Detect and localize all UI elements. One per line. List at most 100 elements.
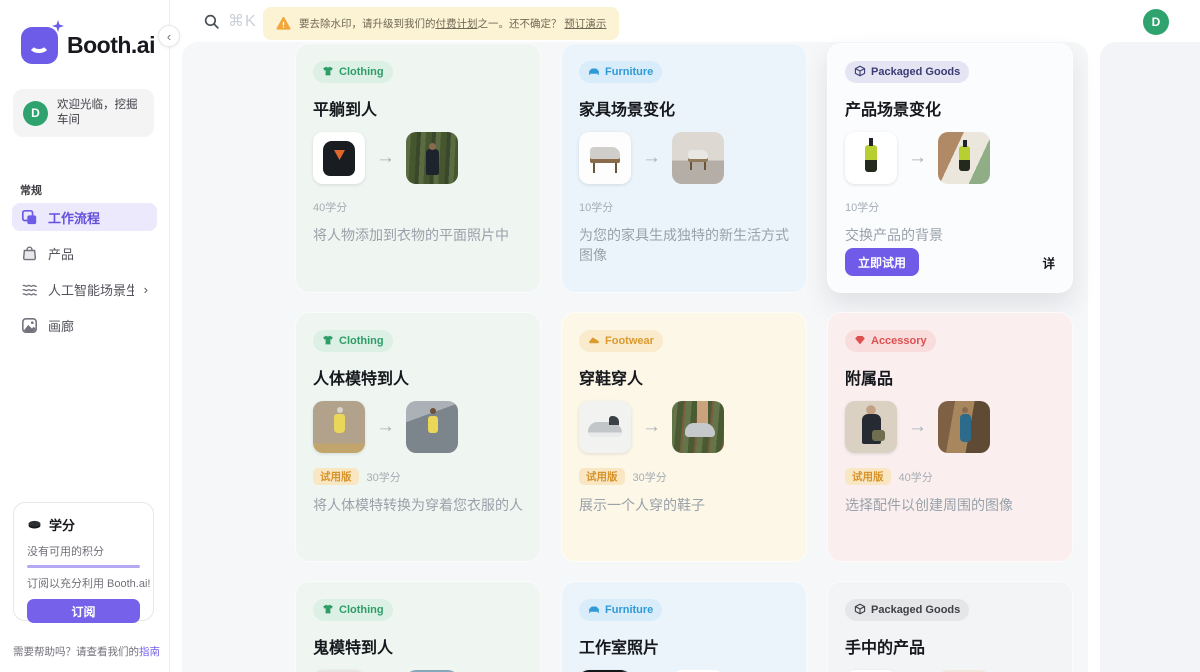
- thumbnail-pair: →: [845, 132, 1055, 184]
- before-image: [313, 401, 365, 453]
- workflow-title: 工作室照片: [579, 634, 789, 658]
- sidebar-collapse-button[interactable]: ‹: [158, 25, 180, 47]
- booth-logo-icon: [21, 27, 58, 64]
- sidebar-nav-item[interactable]: 人工智能场景生... ›: [12, 275, 157, 303]
- gallery-icon: [21, 317, 38, 334]
- workflow-description: 为您的家具生成独特的新生活方式图像: [579, 225, 789, 266]
- trial-badge: 试用版: [579, 468, 625, 485]
- before-image: [579, 401, 631, 453]
- chevron-right-icon: ›: [144, 282, 148, 297]
- sidebar-nav-item[interactable]: 画廊: [12, 311, 157, 339]
- subscribe-button[interactable]: 订阅: [27, 599, 140, 623]
- warning-icon: [276, 16, 291, 31]
- sidebar-nav-item[interactable]: 工作流程: [12, 203, 157, 231]
- smile-icon: [28, 35, 50, 53]
- details-link[interactable]: 详: [1042, 253, 1055, 272]
- tshirt-icon: [322, 603, 334, 618]
- workflow-card[interactable]: Clothing 平躺到人 → 40学分 将人物添加到衣物的平面照片中: [295, 43, 541, 293]
- arrow-right-icon: →: [376, 147, 395, 169]
- thumbnail-pair: →: [313, 401, 523, 453]
- paid-plans-link[interactable]: 付费计划: [436, 18, 478, 30]
- category-badge: Clothing: [313, 599, 393, 621]
- credits-progress-bar: [27, 565, 140, 568]
- cube-icon: [854, 603, 866, 618]
- right-peek-panel: [1100, 42, 1200, 672]
- search-shortcut: ⌘K: [228, 11, 257, 31]
- guide-link[interactable]: 指南: [139, 646, 160, 658]
- workflow-title: 人体模特到人: [313, 365, 523, 389]
- nav-section-label: 常规: [20, 182, 42, 198]
- arrow-right-icon: →: [642, 416, 661, 438]
- workflow-card[interactable]: Furniture 工作室照片 →: [561, 581, 807, 672]
- thumbnail-pair: →: [579, 132, 789, 184]
- workflow-description: 将人体模特转换为穿着您衣服的人: [313, 495, 523, 515]
- watermark-banner: 要去除水印，请升级到我们的付费计划之一。还不确定？ 预订演示: [263, 7, 619, 40]
- workflow-card[interactable]: Clothing 人体模特到人 → 试用版 30学分 将人体模特转换为穿着您衣服…: [295, 312, 541, 562]
- credits-coin-icon: [27, 519, 42, 530]
- after-image: [938, 132, 990, 184]
- workflow-description: 将人物添加到衣物的平面照片中: [313, 225, 523, 245]
- book-demo-link[interactable]: 预订演示: [564, 18, 606, 30]
- category-label: Accessory: [871, 335, 927, 347]
- workflow-icon: [21, 209, 38, 226]
- arrow-right-icon: →: [642, 147, 661, 169]
- search-icon[interactable]: [203, 13, 220, 30]
- workflow-card[interactable]: Furniture 家具场景变化 → 10学分 为您的家具生成独特的新生活方式图…: [561, 43, 807, 293]
- sparkle-icon: [52, 20, 64, 32]
- nav-label: 画廊: [48, 316, 74, 335]
- credits-cost: 10学分: [845, 199, 879, 215]
- card-meta: 试用版 30学分: [313, 468, 523, 485]
- category-badge: Clothing: [313, 61, 393, 83]
- card-meta: 10学分: [845, 199, 1055, 215]
- trial-badge: 试用版: [845, 468, 891, 485]
- arrow-right-icon: →: [908, 416, 927, 438]
- brand-logo[interactable]: Booth.ai: [21, 27, 155, 64]
- bag-icon: [21, 245, 38, 262]
- workflow-title: 鬼模特到人: [313, 634, 523, 658]
- couch-icon: [588, 603, 600, 618]
- credits-cost: 40学分: [899, 469, 933, 485]
- category-badge: Footwear: [579, 330, 663, 352]
- credits-panel: 学分 没有可用的积分 订阅以充分利用 Booth.ai! 订阅: [13, 502, 154, 621]
- workflow-card[interactable]: Packaged Goods 产品场景变化 → 10学分 交换产品的背景 立即试…: [827, 43, 1073, 293]
- cube-icon: [854, 65, 866, 80]
- sidebar-nav-item[interactable]: 产品: [12, 239, 157, 267]
- nav-label: 人工智能场景生...: [48, 280, 134, 299]
- thumbnail-pair: →: [579, 401, 789, 453]
- workflow-card[interactable]: Footwear 穿鞋穿人 → 试用版 30学分 展示一个人穿的鞋子: [561, 312, 807, 562]
- before-image: [845, 401, 897, 453]
- nav-label: 产品: [48, 244, 74, 263]
- category-label: Packaged Goods: [871, 66, 960, 78]
- card-meta: 10学分: [579, 199, 789, 215]
- chevron-left-icon: ‹: [167, 29, 171, 44]
- try-now-button[interactable]: 立即试用: [845, 248, 919, 276]
- workflow-card[interactable]: Clothing 鬼模特到人 →: [295, 581, 541, 672]
- trial-badge: 试用版: [313, 468, 359, 485]
- before-image: [845, 132, 897, 184]
- banner-text: 要去除水印，请升级到我们的付费计划之一。还不确定？ 预订演示: [299, 16, 606, 31]
- workflow-card[interactable]: Accessory 附属品 → 试用版 40学分 选择配件以创建周围的图像: [827, 312, 1073, 562]
- workspace-chip[interactable]: D 欢迎光临，挖掘车间: [13, 89, 154, 137]
- user-avatar[interactable]: D: [1143, 9, 1169, 35]
- after-image: [406, 132, 458, 184]
- credits-cost: 30学分: [633, 469, 667, 485]
- help-text: 需要帮助吗？请查看我们的指南: [13, 644, 160, 659]
- credits-cost: 40学分: [313, 199, 347, 215]
- workflow-description: 选择配件以创建周围的图像: [845, 495, 1055, 515]
- before-image: [579, 132, 631, 184]
- category-label: Clothing: [339, 335, 384, 347]
- sidebar: Booth.ai D 欢迎光临，挖掘车间 常规 工作流程 产品 人工智能场景生.…: [0, 0, 170, 672]
- category-label: Furniture: [605, 604, 653, 616]
- sidebar-nav: 工作流程 产品 人工智能场景生... › 画廊: [12, 203, 157, 339]
- card-meta: 试用版 40学分: [845, 468, 1055, 485]
- category-badge: Packaged Goods: [845, 61, 969, 83]
- couch-icon: [588, 65, 600, 80]
- workflow-title: 穿鞋穿人: [579, 365, 789, 389]
- credits-cost: 30学分: [367, 469, 401, 485]
- after-image: [672, 401, 724, 453]
- category-label: Furniture: [605, 66, 653, 78]
- arrow-right-icon: →: [376, 416, 395, 438]
- after-image: [406, 401, 458, 453]
- before-image: [313, 132, 365, 184]
- workflow-card[interactable]: Packaged Goods 手中的产品 →: [827, 581, 1073, 672]
